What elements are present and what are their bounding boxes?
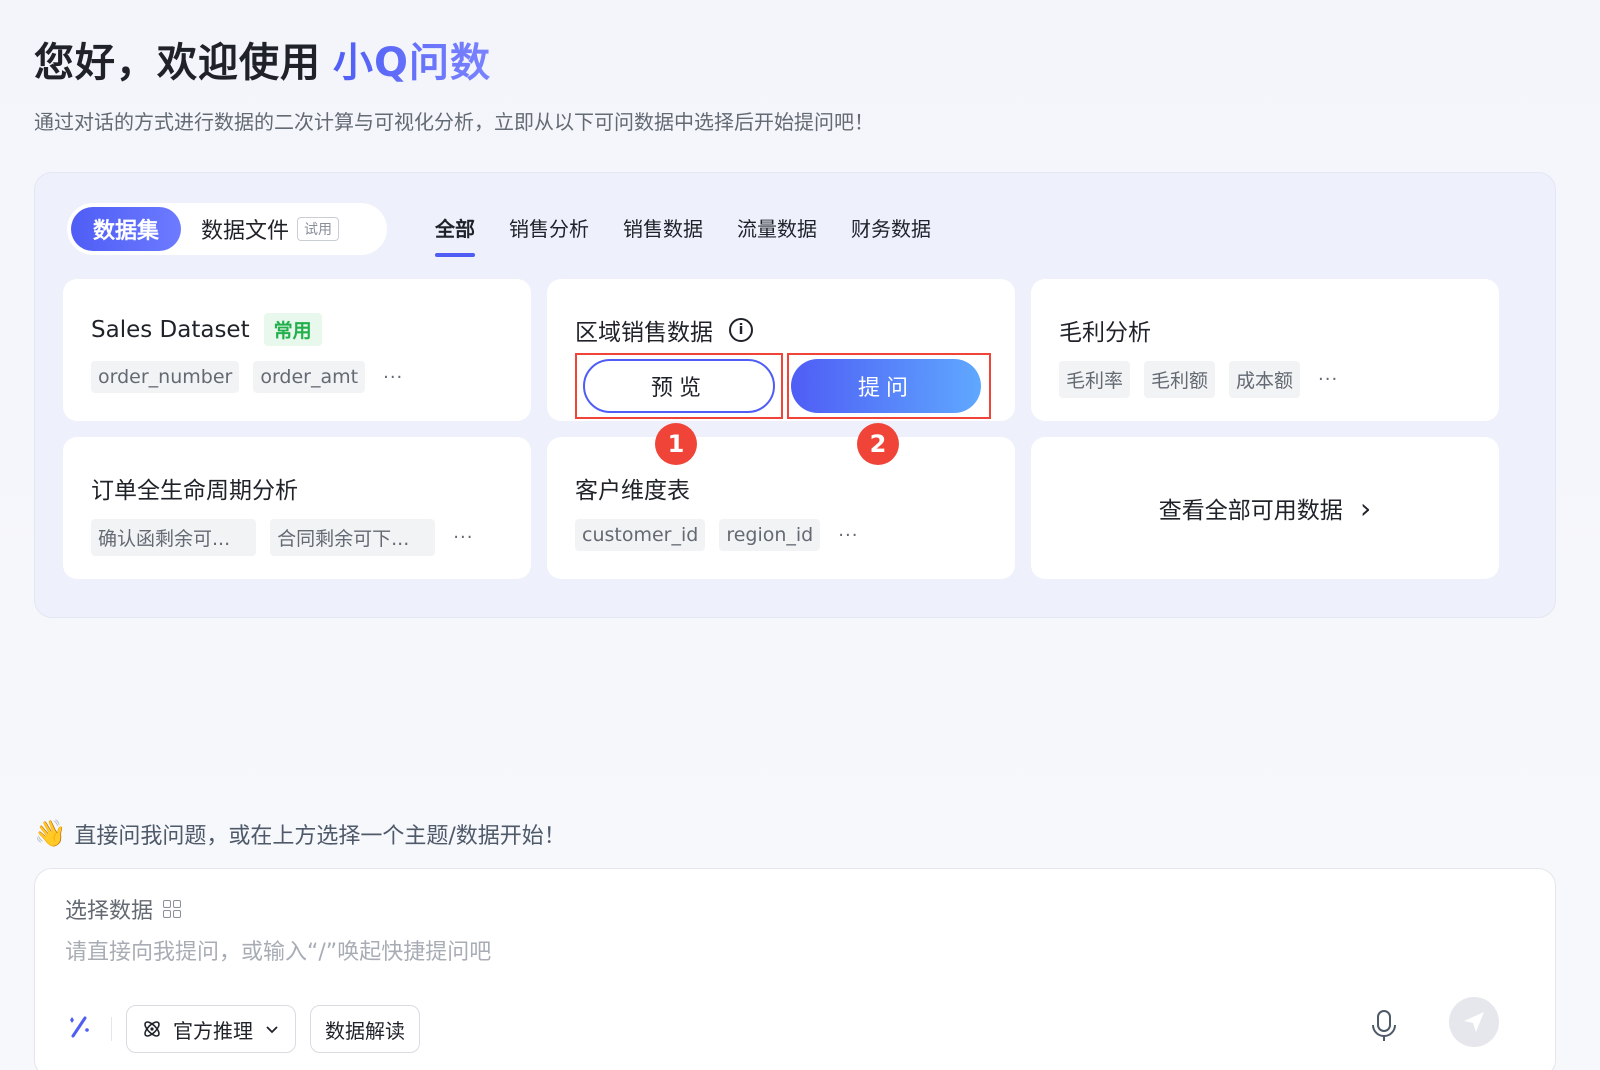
dataset-card-region-sales[interactable]: 区域销售数据 i 预览 提问 — [547, 279, 1015, 421]
data-interpret-button[interactable]: 数据解读 — [310, 1005, 420, 1053]
select-data-label: 选择数据 — [65, 899, 154, 924]
tab-data-file-label: 数据文件 — [201, 219, 290, 244]
dataset-card-gross-margin[interactable]: 毛利分析 毛利率 毛利额 成本额 ··· — [1031, 279, 1499, 421]
dataset-card-customer-dimension[interactable]: 客户维度表 customer_id region_id ··· — [547, 437, 1015, 579]
annotation-box-preview — [575, 353, 783, 419]
card-title: 订单全生命周期分析 — [91, 478, 298, 504]
more-fields-icon: ··· — [838, 524, 859, 546]
field-chip: 成本额 — [1229, 361, 1301, 398]
tab-sales-data[interactable]: 销售数据 — [623, 213, 703, 257]
field-list: 确认函剩余可... 合同剩余可下... ··· — [91, 519, 473, 556]
brand-name: 小Q问数 — [333, 30, 491, 88]
field-list: customer_id region_id ··· — [575, 519, 858, 551]
dataset-card-sales[interactable]: Sales Dataset 常用 order_number order_amt … — [63, 279, 531, 421]
model-label: 官方推理 — [173, 1018, 253, 1043]
tab-finance-data[interactable]: 财务数据 — [851, 213, 931, 257]
annotation-box-ask — [787, 353, 991, 419]
card-title-text: Sales Dataset — [91, 316, 250, 343]
more-fields-icon: ··· — [383, 366, 404, 388]
info-icon[interactable]: i — [729, 318, 753, 342]
tab-sales-analysis[interactable]: 销售分析 — [509, 213, 589, 257]
more-fields-icon: ··· — [453, 527, 474, 548]
field-list: order_number order_amt ··· — [91, 361, 403, 393]
more-fields-icon: ··· — [1318, 369, 1339, 390]
card-title: 毛利分析 — [1059, 320, 1151, 346]
tab-traffic-data[interactable]: 流量数据 — [737, 213, 817, 257]
select-data-button[interactable]: 选择数据 — [65, 893, 182, 925]
field-chip: 合同剩余可下... — [270, 519, 436, 556]
annotation-marker-2: 2 — [857, 423, 899, 465]
send-icon — [1464, 1012, 1484, 1032]
chevron-down-icon — [266, 1026, 278, 1034]
view-all-data-link[interactable]: 查看全部可用数据 › — [1031, 491, 1499, 525]
field-chip: 毛利额 — [1144, 361, 1216, 398]
page-title: 您好，欢迎使用 小Q问数 — [34, 30, 491, 88]
grid-icon — [163, 900, 182, 918]
dataset-panel: 数据集 数据文件 试用 全部 销售分析 销售数据 流量数据 财务数据 Sales… — [34, 172, 1556, 618]
divider — [111, 1017, 112, 1041]
common-tag: 常用 — [263, 313, 322, 346]
send-button[interactable] — [1449, 997, 1499, 1047]
chat-input[interactable] — [65, 935, 1465, 969]
composer-toolbar: 官方推理 数据解读 — [65, 1005, 420, 1053]
waving-hand-icon: 👋 — [34, 819, 67, 849]
chevron-right-icon: › — [1360, 492, 1372, 525]
field-chip: order_number — [91, 361, 240, 393]
field-chip: order_amt — [253, 361, 366, 393]
page: 您好，欢迎使用 小Q问数 通过对话的方式进行数据的二次计算与可视化分析，立即从以… — [0, 0, 1600, 1070]
view-all-label: 查看全部可用数据 — [1158, 498, 1343, 524]
greeting-text: 您好，欢迎使用 — [34, 40, 321, 86]
data-type-switch: 数据集 数据文件 试用 — [67, 203, 387, 255]
card-title-text: 区域销售数据 — [575, 320, 713, 346]
annotation-marker-1: 1 — [655, 423, 697, 465]
tab-data-file[interactable]: 数据文件 试用 — [201, 213, 340, 245]
view-all-data-card[interactable]: 查看全部可用数据 › — [1031, 437, 1499, 579]
microphone-icon[interactable] — [1369, 1009, 1399, 1047]
chat-composer: 选择数据 官方推理 数据解读 — [34, 868, 1556, 1070]
card-title: 客户维度表 — [575, 478, 690, 504]
field-chip: 毛利率 — [1059, 361, 1131, 398]
tab-dataset[interactable]: 数据集 — [71, 207, 182, 251]
model-icon — [144, 1021, 160, 1037]
field-chip: customer_id — [575, 519, 706, 551]
hint-text: 直接问我问题，或在上方选择一个主题/数据开始！ — [74, 824, 566, 849]
magic-wand-icon[interactable] — [65, 1012, 97, 1046]
dataset-card-order-lifecycle[interactable]: 订单全生命周期分析 确认函剩余可... 合同剩余可下... ··· — [63, 437, 531, 579]
tab-all[interactable]: 全部 — [435, 213, 475, 257]
field-chip: 确认函剩余可... — [91, 519, 257, 556]
card-title: Sales Dataset 常用 — [91, 313, 322, 346]
category-tabs: 全部 销售分析 销售数据 流量数据 财务数据 — [435, 213, 931, 257]
field-chip: region_id — [719, 519, 821, 551]
page-subtitle: 通过对话的方式进行数据的二次计算与可视化分析，立即从以下可问数据中选择后开始提问… — [34, 110, 874, 134]
field-list: 毛利率 毛利额 成本额 ··· — [1059, 361, 1338, 398]
trial-badge: 试用 — [297, 217, 340, 241]
card-title: 区域销售数据 i — [575, 313, 753, 347]
model-select[interactable]: 官方推理 — [126, 1005, 296, 1053]
hint-message: 👋 直接问我问题，或在上方选择一个主题/数据开始！ — [34, 818, 566, 850]
